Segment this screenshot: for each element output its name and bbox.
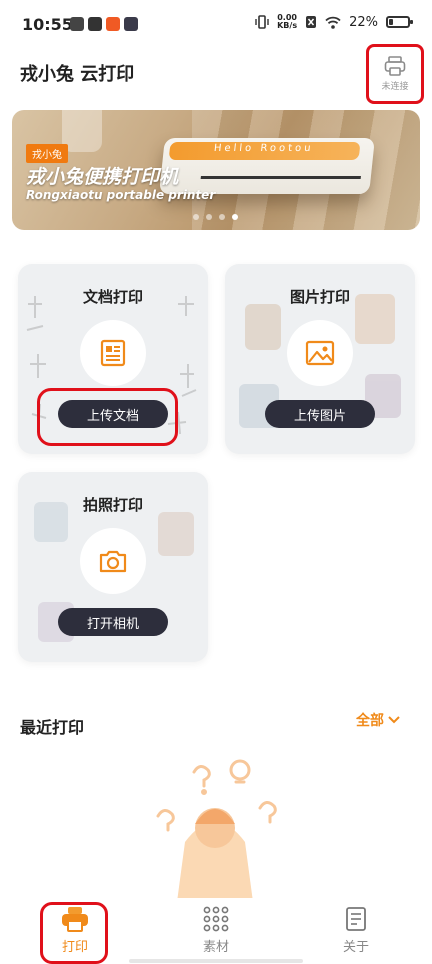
camera-print-title: 拍照打印 — [82, 496, 143, 514]
printer-icon — [384, 56, 406, 76]
image-icon — [305, 340, 335, 366]
banner-subline: Rongxiaotu portable printer — [26, 188, 216, 202]
app-title: 戎小兔 云打印 — [20, 64, 135, 85]
camera-icon — [99, 550, 127, 573]
printer-status-label: 未连接 — [381, 82, 409, 92]
battery-percent: 22% — [349, 14, 378, 30]
banner-printer-image: Hello Rootou — [159, 138, 375, 194]
status-right-group: 0.00 KB/s 22% — [255, 14, 413, 30]
document-outline-icon — [346, 907, 366, 931]
tab-materials-label: 素材 — [202, 940, 229, 955]
app-screen: 10:55 0.00 KB/s 22% 戎小兔 云打印 未连接 Hello Ro… — [0, 0, 432, 964]
network-speed: 0.00 KB/s — [277, 14, 297, 30]
tab-print-highlight — [40, 902, 108, 964]
tab-about[interactable]: 关于 — [316, 906, 396, 955]
image-icon-circle — [287, 320, 353, 386]
banner-dot[interactable] — [206, 214, 212, 220]
grid-dots-icon — [203, 906, 229, 932]
banner-vase-decoration — [62, 110, 102, 152]
camera-icon-circle — [80, 528, 146, 594]
recent-all-filter[interactable]: 全部 — [356, 710, 400, 730]
notification-icon-mail — [88, 17, 102, 31]
upload-document-highlight — [37, 388, 178, 446]
document-print-title: 文档打印 — [82, 288, 143, 306]
image-print-title: 图片打印 — [289, 288, 350, 306]
notification-icon-cloud — [70, 17, 84, 31]
image-print-card[interactable]: 图片打印 上传图片 — [225, 264, 415, 454]
tab-about-label: 关于 — [342, 940, 369, 955]
banner-brand-tag: 戎小兔 — [26, 144, 68, 163]
sim-off-icon — [306, 16, 317, 28]
status-time: 10:55 — [22, 15, 73, 34]
promo-banner[interactable]: Hello Rootou 戎小兔 戎小兔便携打印机 Rongxiaotu por… — [12, 110, 420, 230]
empty-state-illustration — [156, 759, 277, 902]
banner-dot[interactable] — [193, 214, 199, 220]
notification-icon-app — [106, 17, 120, 31]
chevron-down-icon — [388, 716, 400, 724]
battery-fill — [389, 19, 393, 25]
camera-print-card[interactable]: 拍照打印 打开相机 — [18, 472, 208, 662]
notification-icon-play — [124, 17, 138, 31]
tab-materials[interactable]: 素材 — [176, 906, 256, 955]
open-camera-button[interactable]: 打开相机 — [58, 608, 168, 636]
home-indicator[interactable] — [129, 959, 303, 963]
banner-dot-active[interactable] — [232, 214, 238, 220]
document-icon — [100, 339, 126, 367]
banner-pagination — [193, 214, 238, 220]
upload-image-button[interactable]: 上传图片 — [265, 400, 375, 428]
printer-brand-text: Hello Rootou — [213, 143, 315, 154]
banner-headline: 戎小兔便携打印机 — [26, 166, 179, 188]
printer-paper-slot — [200, 176, 361, 179]
vibrate-icon — [255, 15, 269, 29]
document-icon-circle — [80, 320, 146, 386]
recent-all-label: 全部 — [356, 713, 384, 729]
status-bar: 10:55 0.00 KB/s 22% — [0, 0, 432, 48]
wifi-icon — [325, 16, 341, 29]
recent-prints-title: 最近打印 — [20, 718, 85, 737]
battery-icon — [386, 16, 413, 28]
network-speed-unit: KB/s — [277, 21, 298, 30]
banner-dot[interactable] — [219, 214, 225, 220]
printer-connection-button[interactable]: 未连接 — [366, 44, 424, 104]
